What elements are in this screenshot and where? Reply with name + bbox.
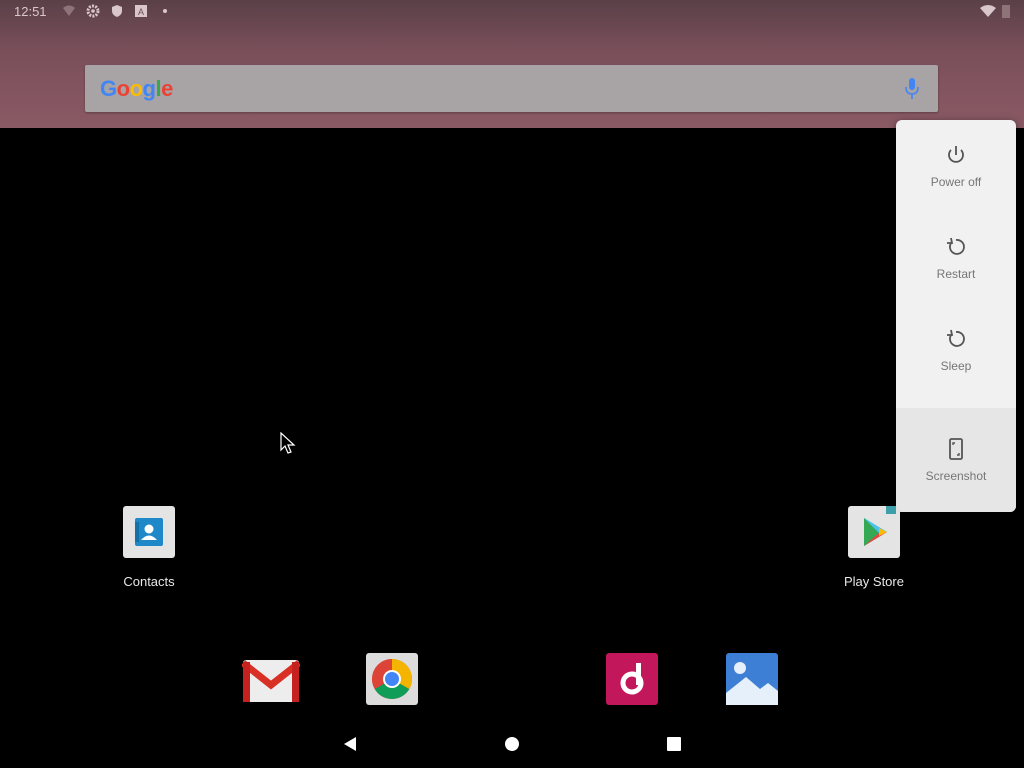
chrome-icon[interactable] bbox=[366, 653, 418, 705]
settings-icon bbox=[86, 4, 100, 18]
google-logo: Google bbox=[100, 76, 173, 101]
screenshot-label: Screenshot bbox=[925, 468, 987, 483]
gallery-icon[interactable] bbox=[726, 653, 778, 705]
restart-label: Restart bbox=[936, 266, 976, 281]
contacts-icon bbox=[123, 506, 175, 558]
shield-icon bbox=[110, 4, 124, 18]
app-play-store[interactable]: Play Store bbox=[824, 506, 924, 589]
status-bar: 12:51 A bbox=[0, 0, 1024, 24]
dot-icon bbox=[158, 4, 172, 18]
screenshot-icon bbox=[949, 437, 963, 460]
status-time: 12:51 bbox=[14, 4, 47, 19]
music-icon[interactable] bbox=[606, 653, 658, 705]
screenshot-button[interactable]: Screenshot bbox=[896, 408, 1016, 512]
vpn-icon bbox=[62, 4, 76, 18]
battery-icon bbox=[1002, 4, 1010, 21]
power-off-label: Power off bbox=[930, 174, 982, 189]
power-off-button[interactable]: Power off bbox=[896, 120, 1016, 212]
play-store-icon bbox=[848, 506, 900, 558]
sleep-label: Sleep bbox=[940, 358, 972, 373]
google-search-bar[interactable]: Google bbox=[85, 65, 938, 112]
sleep-icon bbox=[947, 329, 965, 347]
app-contacts[interactable]: Contacts bbox=[99, 506, 199, 589]
keyboard-a-icon: A bbox=[134, 4, 148, 18]
mic-icon[interactable] bbox=[904, 78, 920, 100]
wifi-icon bbox=[980, 5, 996, 20]
app-label-play-store: Play Store bbox=[844, 574, 904, 589]
sleep-button[interactable]: Sleep bbox=[896, 304, 1016, 396]
back-icon[interactable] bbox=[342, 736, 358, 752]
power-icon bbox=[948, 145, 964, 163]
recents-icon[interactable] bbox=[666, 736, 682, 752]
home-icon[interactable] bbox=[504, 736, 520, 752]
navigation-bar bbox=[0, 718, 1024, 768]
restart-icon bbox=[947, 237, 965, 255]
power-menu: Power off Restart Sleep Screenshot bbox=[896, 120, 1016, 512]
mouse-cursor-icon bbox=[280, 432, 296, 454]
app-label-contacts: Contacts bbox=[123, 574, 175, 589]
gmail-icon[interactable] bbox=[242, 655, 300, 707]
restart-button[interactable]: Restart bbox=[896, 212, 1016, 304]
svg-text:A: A bbox=[138, 7, 144, 17]
